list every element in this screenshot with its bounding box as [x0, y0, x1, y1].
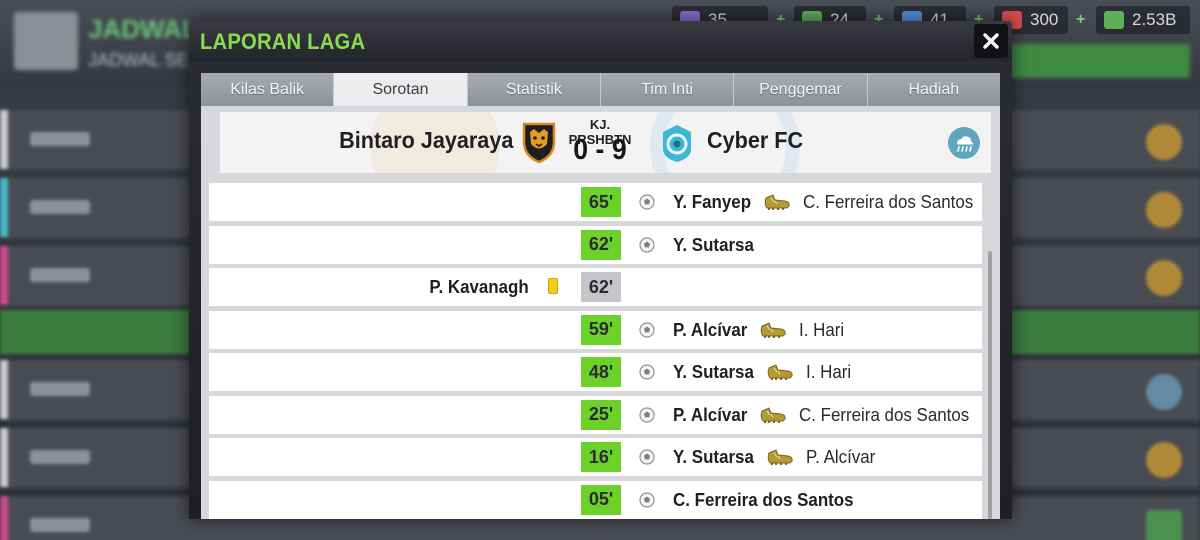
ball-icon	[639, 194, 655, 210]
match-report-dialog: LAPORAN LAGA Kilas Balik Sorotan Statist…	[189, 21, 1012, 519]
tab-tim-inti[interactable]: Tim Inti	[600, 73, 735, 106]
tab-kilas-balik[interactable]: Kilas Balik	[201, 73, 335, 106]
background-subtitle: JADWAL SE	[88, 50, 189, 70]
scoreboard: Bintaro Jayaraya KJ. PRSHBTN 0 - 9 Cyber…	[220, 112, 991, 173]
background-title: JADWAL	[88, 14, 198, 44]
report-panel: Kilas Balik Sorotan Statistik Tim Inti P…	[201, 73, 1000, 519]
dialog-title: LAPORAN LAGA	[200, 29, 366, 54]
boot-icon	[761, 321, 786, 338]
dialog-body: Kilas Balik Sorotan Statistik Tim Inti P…	[189, 61, 1012, 519]
minute-badge: 59'	[581, 314, 621, 345]
ball-icon	[639, 449, 655, 465]
assist-name: C. Ferreira dos Santos	[799, 404, 970, 425]
minute-badge: 25'	[581, 399, 621, 430]
events-scrollbar[interactable]	[988, 251, 992, 519]
assist-name: I. Hari	[799, 319, 845, 340]
event-row: 62' P. Kavanagh	[209, 268, 982, 306]
money-icon	[1104, 11, 1124, 29]
ball-icon	[639, 406, 655, 423]
event-row: 16' Y. Sutarsa P. Alcívar	[209, 438, 982, 476]
rain-cloud-icon	[948, 127, 980, 159]
ball-icon	[639, 236, 655, 253]
boot-icon	[761, 406, 786, 423]
tab-statistik[interactable]: Statistik	[467, 73, 601, 106]
ball-icon	[639, 491, 655, 508]
scorer-name: Y. Sutarsa	[673, 447, 754, 467]
ball-icon	[639, 364, 655, 380]
report-tabs: Kilas Balik Sorotan Statistik Tim Inti P…	[201, 73, 1000, 106]
scorer-name: Y. Fanyep	[673, 192, 752, 212]
event-row: 25' P. Alcívar C. Ferreira dos Santos	[209, 395, 982, 434]
tab-sorotan[interactable]: Sorotan	[334, 73, 468, 106]
boot-icon	[764, 194, 790, 210]
yellow-card-icon	[548, 278, 558, 294]
event-row: 65' Y. Fanyep C. Ferreira dos Santos	[209, 183, 982, 221]
match-score: 0 - 9	[573, 134, 627, 166]
currency-value: 2.53B	[1132, 10, 1177, 29]
assist-name: I. Hari	[805, 362, 852, 382]
club-logo	[14, 12, 78, 70]
dialog-header: LAPORAN LAGA	[189, 21, 1012, 61]
minute-badge: 16'	[581, 442, 621, 472]
assist-name: P. Alcívar	[805, 447, 876, 467]
minute-badge: 62'	[581, 229, 621, 260]
background-action-button[interactable]	[1010, 44, 1190, 78]
minute-badge: 05'	[581, 484, 621, 515]
add-currency-button[interactable]: +	[1076, 11, 1085, 29]
currency-money[interactable]: 2.53B	[1096, 6, 1190, 34]
scorer-name: P. Alcívar	[673, 404, 748, 425]
away-team-name: Cyber FC	[707, 127, 804, 153]
close-button[interactable]	[974, 24, 1008, 58]
minute-badge: 65'	[581, 187, 621, 217]
event-row: 05' C. Ferreira dos Santos	[209, 480, 982, 519]
events-list: 65' Y. Fanyep C. Ferreira dos Santos 62' Y. …	[209, 183, 982, 519]
currency-value: 300	[1030, 10, 1059, 29]
assist-name: C. Ferreira dos Santos	[803, 192, 974, 212]
minute-badge: 48'	[581, 357, 621, 387]
boot-icon	[767, 364, 793, 380]
ball-icon	[639, 321, 655, 338]
event-row: 48' Y. Sutarsa I. Hari	[209, 353, 982, 391]
tiger-crest-icon	[522, 122, 556, 164]
close-icon	[983, 33, 999, 49]
scorer-name: Y. Sutarsa	[673, 362, 754, 382]
card-player-name: P. Kavanagh	[429, 277, 529, 297]
cyber-crest-icon	[663, 125, 691, 162]
tab-penggemar[interactable]: Penggemar	[734, 73, 868, 106]
event-row: 59' P. Alcívar I. Hari	[209, 310, 982, 349]
minute-badge: 62'	[581, 272, 621, 302]
scorer-name: P. Alcívar	[673, 319, 748, 340]
event-row: 62' Y. Sutarsa	[209, 225, 982, 264]
scorer-name: Y. Sutarsa	[673, 234, 754, 255]
tab-hadiah[interactable]: Hadiah	[867, 73, 1000, 106]
boot-icon	[767, 449, 793, 465]
home-team-name: Bintaro Jayaraya	[338, 127, 513, 153]
scorer-name: C. Ferreira dos Santos	[673, 489, 854, 510]
